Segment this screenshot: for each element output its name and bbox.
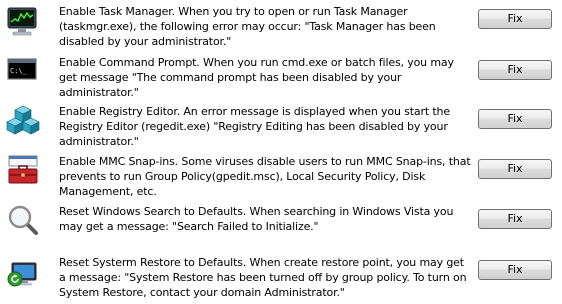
fix-windows-search-button[interactable]: Fix (478, 209, 552, 229)
fix-item-description: Enable MMC Snap-ins. Some viruses disabl… (59, 155, 471, 198)
fix-system-restore-button[interactable]: Fix (478, 260, 552, 280)
system-restore-icon (6, 255, 40, 289)
registry-editor-icon (6, 104, 40, 138)
fix-mmc-snap-ins-button[interactable]: Fix (478, 159, 552, 179)
fix-registry-editor-button[interactable]: Fix (478, 109, 552, 129)
fix-item-description: Enable Command Prompt. When you run cmd.… (59, 56, 454, 99)
command-prompt-icon: C:\_ (6, 53, 40, 87)
fix-item-description: Reset Systerm Restore to Defaults. When … (59, 256, 467, 299)
search-magnifier-icon (6, 203, 40, 237)
fix-command-prompt-button[interactable]: Fix (478, 60, 552, 80)
fix-item-description: Enable Task Manager. When you try to ope… (59, 5, 436, 48)
svg-text:C:\_: C:\_ (10, 67, 28, 75)
fix-item-description: Reset Windows Search to Defaults. When s… (59, 205, 454, 233)
mmc-toolbox-icon (6, 153, 40, 187)
fix-task-manager-button[interactable]: Fix (478, 9, 552, 29)
task-manager-icon (6, 5, 40, 39)
fix-item-description: Enable Registry Editor. An error message… (59, 105, 450, 148)
